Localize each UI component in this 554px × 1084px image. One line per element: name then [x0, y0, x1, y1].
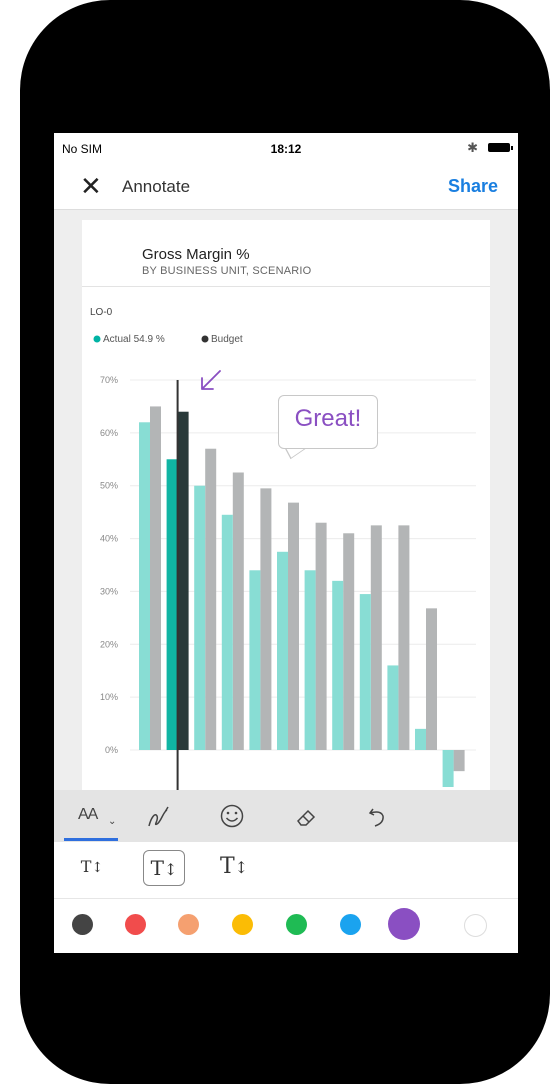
size-small-label: T: [80, 857, 92, 876]
resize-arrow-icon: ↕: [91, 860, 104, 876]
actual-bar: [415, 728, 426, 750]
budget-bar: [150, 406, 161, 750]
actual-bar: [277, 551, 288, 750]
budget-bar: [453, 750, 465, 772]
text-size-tool[interactable]: AA ⌄: [60, 798, 120, 841]
color-swatch[interactable]: [231, 913, 253, 935]
legend-label: Budget: [211, 334, 243, 345]
color-swatch[interactable]: [124, 913, 146, 935]
text-size-large[interactable]: T↕: [214, 850, 254, 884]
legend-marker: [93, 335, 101, 343]
eraser-tool[interactable]: [276, 798, 336, 834]
smiley-icon: [220, 804, 244, 828]
legend-marker: [201, 335, 209, 343]
pen-icon: [148, 806, 169, 827]
budget-bar: [426, 608, 437, 750]
size-medium-label: T: [150, 856, 164, 880]
size-large-label: T: [219, 854, 235, 879]
color-palette: [54, 899, 518, 953]
budget-bar: [398, 525, 410, 750]
chevron-down-icon: ⌄: [108, 816, 117, 827]
color-swatch[interactable]: [339, 913, 361, 935]
color-swatch[interactable]: [463, 913, 487, 937]
color-swatch[interactable]: [285, 913, 307, 935]
text-tool-label: AA: [78, 806, 98, 823]
y-tick-label: 70%: [100, 375, 118, 385]
color-swatch[interactable]: [177, 913, 199, 935]
close-button[interactable]: ✕: [80, 173, 102, 199]
annotation-toolbar: AA ⌄: [54, 790, 518, 842]
nav-bar: ✕ Annotate Share: [54, 163, 518, 210]
battery-icon: [488, 143, 513, 152]
actual-bar: [359, 594, 371, 750]
actual-bar: [304, 570, 316, 750]
actual-bar: [139, 422, 150, 750]
y-tick-label: 50%: [100, 481, 118, 491]
budget-bar: [205, 448, 217, 750]
bluetooth-icon: ✱: [467, 140, 478, 155]
y-tick-label: 40%: [100, 534, 118, 544]
color-swatch[interactable]: [388, 908, 420, 940]
text-size-row: T↕ T↕ T↕: [54, 842, 518, 899]
budget-bar: [315, 522, 327, 750]
y-tick-label: 20%: [100, 639, 118, 649]
actual-bar: [166, 459, 178, 750]
legend-label: Actual 54.9 %: [103, 334, 165, 345]
bar-chart: LO-0 Actual 54.9 % Budget 70% 60% 50% 40% 30% 20…: [90, 307, 476, 790]
text-size-small[interactable]: T↕: [72, 850, 112, 884]
text-size-medium[interactable]: T↕: [143, 850, 185, 886]
eraser-icon: [297, 809, 316, 826]
share-button[interactable]: Share: [448, 176, 498, 197]
y-tick-label: 60%: [100, 428, 118, 438]
annotation-text: Great!: [294, 405, 362, 432]
budget-bar: [370, 525, 382, 750]
pen-tool[interactable]: [128, 798, 188, 834]
report-card: Gross Margin % BY BUSINESS UNIT, SCENARI…: [82, 220, 490, 790]
y-tick-label: 10%: [100, 692, 118, 702]
budget-bar: [260, 488, 272, 750]
budget-bar: [343, 533, 355, 750]
y-tick-label: 0%: [105, 745, 118, 755]
actual-bar: [442, 750, 454, 787]
screen: No SIM 18:12 ✱ ✕ Annotate Share Gross Ma…: [54, 133, 518, 953]
actual-bar: [221, 514, 233, 750]
resize-arrow-icon: ↕: [234, 858, 249, 877]
actual-bar: [387, 665, 399, 750]
status-bar: No SIM 18:12 ✱: [54, 133, 518, 163]
color-swatch[interactable]: [71, 913, 93, 935]
undo-tool[interactable]: [348, 798, 408, 834]
y-tick-label: 30%: [100, 586, 118, 596]
clock: 18:12: [270, 142, 302, 156]
actual-bar: [249, 570, 261, 750]
actual-bar: [332, 580, 344, 750]
budget-bar: [288, 502, 299, 750]
emoji-tool[interactable]: [202, 798, 262, 834]
chart-section-label: LO-0: [90, 307, 113, 318]
page-title: Annotate: [122, 177, 191, 196]
budget-bar: [177, 411, 189, 750]
annotation-canvas[interactable]: Gross Margin % BY BUSINESS UNIT, SCENARI…: [54, 210, 518, 790]
undo-icon: [368, 808, 384, 827]
actual-bar: [194, 485, 206, 750]
budget-bar: [232, 472, 244, 750]
annotation-bubble[interactable]: Great!: [278, 395, 378, 460]
resize-arrow-icon: ↕: [163, 860, 178, 879]
